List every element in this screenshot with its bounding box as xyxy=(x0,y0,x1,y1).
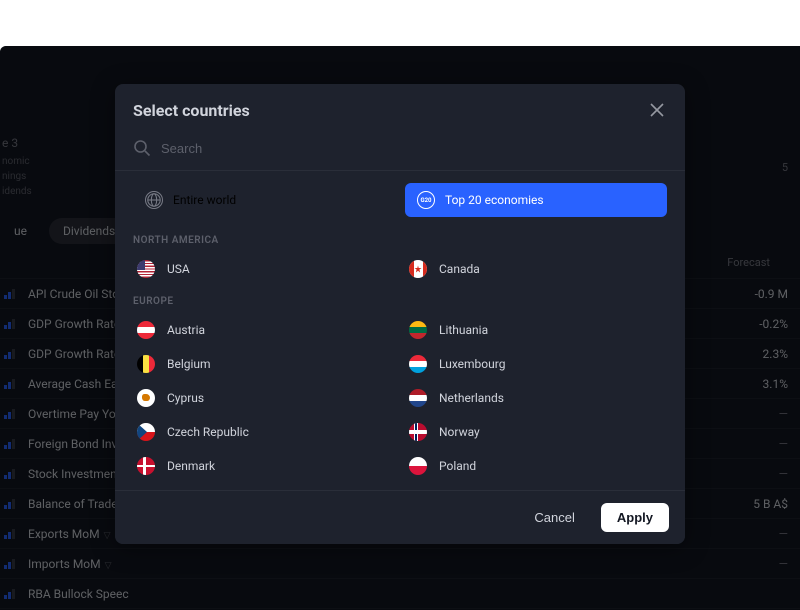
globe-icon xyxy=(145,191,163,209)
country-label: Norway xyxy=(439,425,480,439)
country-option[interactable]: Czech Republic xyxy=(133,415,395,449)
flag-icon xyxy=(409,321,427,339)
country-label: Lithuania xyxy=(439,323,488,337)
flag-icon xyxy=(409,389,427,407)
country-option[interactable]: Poland xyxy=(405,449,667,483)
flag-icon xyxy=(137,321,155,339)
country-option[interactable]: Cyprus xyxy=(133,381,395,415)
country-list[interactable]: NORTH AMERICA USA Canada EUROPE Austria Lithu… xyxy=(115,225,685,490)
region-header: EUROPE xyxy=(133,296,667,307)
country-label: Denmark xyxy=(167,459,215,473)
select-countries-modal: Select countries Entire world G20 Top 20… xyxy=(115,84,685,544)
country-label: Canada xyxy=(439,262,480,276)
country-option[interactable]: Lithuania xyxy=(405,313,667,347)
country-label: Czech Republic xyxy=(167,425,249,439)
country-option[interactable]: Portugal xyxy=(405,483,667,490)
country-option[interactable]: Denmark xyxy=(133,449,395,483)
search-icon xyxy=(133,139,151,157)
country-label: Poland xyxy=(439,459,476,473)
country-option[interactable]: Austria xyxy=(133,313,395,347)
country-label: USA xyxy=(167,262,190,276)
country-option[interactable]: Norway xyxy=(405,415,667,449)
flag-icon xyxy=(409,355,427,373)
flag-icon xyxy=(137,457,155,475)
flag-icon xyxy=(409,423,427,441)
flag-icon xyxy=(137,389,155,407)
quick-g20[interactable]: G20 Top 20 economies xyxy=(405,183,667,217)
country-label: Cyprus xyxy=(167,391,204,405)
apply-button[interactable]: Apply xyxy=(601,503,669,532)
country-option[interactable]: Netherlands xyxy=(405,381,667,415)
region-header: NORTH AMERICA xyxy=(133,235,667,246)
country-option[interactable]: Belgium xyxy=(133,347,395,381)
country-option[interactable]: USA xyxy=(133,252,395,286)
search-input[interactable] xyxy=(161,134,667,162)
flag-icon xyxy=(409,260,427,278)
country-option[interactable]: Canada xyxy=(405,252,667,286)
cancel-button[interactable]: Cancel xyxy=(518,503,590,532)
quick-entire-world[interactable]: Entire world xyxy=(133,183,395,217)
country-label: Belgium xyxy=(167,357,211,371)
close-icon[interactable] xyxy=(647,100,667,120)
flag-icon xyxy=(137,355,155,373)
quick-world-label: Entire world xyxy=(173,193,236,207)
flag-icon xyxy=(137,423,155,441)
country-label: Luxembourg xyxy=(439,357,505,371)
modal-title: Select countries xyxy=(133,101,250,120)
country-label: Austria xyxy=(167,323,205,337)
g20-icon: G20 xyxy=(417,191,435,209)
country-option[interactable]: Luxembourg xyxy=(405,347,667,381)
country-option[interactable]: Estonia xyxy=(133,483,395,490)
quick-g20-label: Top 20 economies xyxy=(445,193,544,207)
flag-icon xyxy=(409,457,427,475)
country-label: Netherlands xyxy=(439,391,504,405)
flag-icon xyxy=(137,260,155,278)
